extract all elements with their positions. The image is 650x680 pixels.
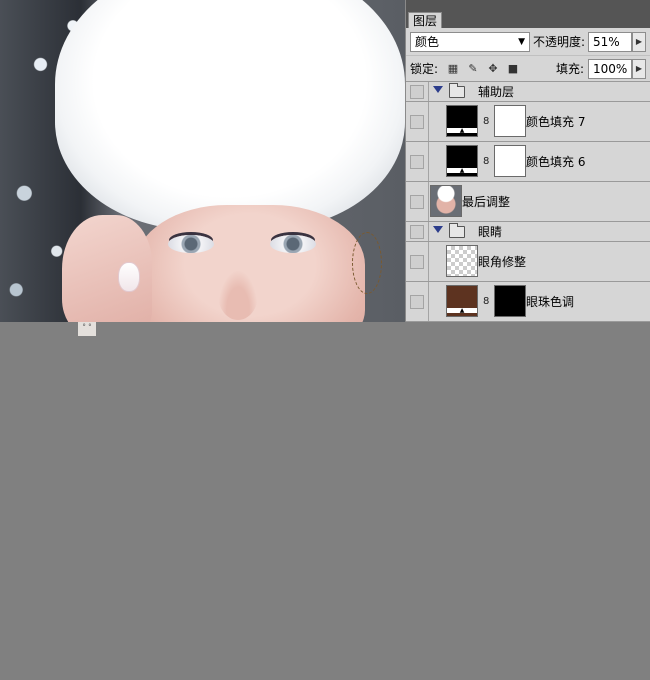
blend-mode-select[interactable]: 颜色 ▼ bbox=[410, 32, 530, 52]
divider bbox=[428, 142, 429, 181]
fingernail bbox=[118, 262, 140, 292]
divider bbox=[428, 182, 429, 221]
blend-mode-value: 颜色 bbox=[415, 35, 440, 49]
layer-name: 最后调整 bbox=[462, 195, 511, 209]
layer-name: 辅助层 bbox=[478, 85, 515, 99]
earring-selection bbox=[352, 232, 382, 294]
photo-canvas[interactable] bbox=[0, 0, 405, 322]
layers-panel: 图层 颜色 ▼ 不透明度: 51% ▶ 锁定: ▦ ✎ ✥ ■ 填充: 100%… bbox=[405, 0, 650, 322]
resize-marker-icon: ° ° bbox=[78, 322, 96, 336]
link-chain-icon[interactable]: 8 bbox=[483, 295, 489, 309]
lock-move-icon[interactable]: ✥ bbox=[486, 62, 500, 76]
fill-thumbnail[interactable]: ▲ bbox=[446, 285, 478, 317]
layer-group[interactable]: 眼睛 bbox=[406, 222, 650, 242]
photo-thumbnail[interactable] bbox=[430, 185, 462, 217]
divider bbox=[428, 82, 429, 101]
lock-label: 锁定: bbox=[410, 62, 439, 76]
visibility-toggle[interactable] bbox=[410, 255, 424, 269]
visibility-toggle[interactable] bbox=[410, 85, 424, 99]
blend-opacity-row: 颜色 ▼ 不透明度: 51% ▶ bbox=[406, 28, 650, 56]
divider bbox=[428, 222, 429, 241]
layer-name: 眼角修整 bbox=[478, 255, 527, 269]
fill-field[interactable]: 100% bbox=[588, 59, 632, 79]
layer-pixel[interactable]: 眼角修整 bbox=[406, 242, 650, 282]
folder-icon bbox=[449, 83, 465, 98]
right-eye bbox=[270, 235, 316, 253]
lock-transparency-icon[interactable]: ▦ bbox=[446, 62, 460, 76]
layer-name: 眼睛 bbox=[478, 225, 503, 239]
tab-layers[interactable]: 图层 bbox=[408, 12, 443, 28]
layers-list: 辅助层 ▲ 8 颜色填充 7 ▲ 8 颜色填充 6 最后调整 眼睛 眼角修整 ▲… bbox=[406, 82, 650, 322]
lock-paint-icon[interactable]: ✎ bbox=[466, 62, 480, 76]
fill-marker-icon: ▲ bbox=[447, 168, 477, 174]
opacity-label: 不透明度: bbox=[533, 35, 586, 49]
opacity-field[interactable]: 51% bbox=[588, 32, 632, 52]
divider bbox=[428, 102, 429, 141]
fill-slider-button[interactable]: ▶ bbox=[632, 59, 646, 79]
fill-label: 填充: bbox=[556, 62, 585, 76]
fur-hat bbox=[55, 0, 405, 230]
fill-thumbnail[interactable]: ▲ bbox=[446, 145, 478, 177]
expand-triangle-icon[interactable] bbox=[433, 86, 443, 93]
link-chain-icon[interactable]: 8 bbox=[483, 115, 489, 129]
lock-all-icon[interactable]: ■ bbox=[506, 62, 520, 76]
visibility-toggle[interactable] bbox=[410, 155, 424, 169]
chevron-down-icon: ▼ bbox=[518, 37, 525, 47]
visibility-toggle[interactable] bbox=[410, 195, 424, 209]
link-chain-icon[interactable]: 8 bbox=[483, 155, 489, 169]
layer-fill[interactable]: ▲ 8 眼珠色调 bbox=[406, 282, 650, 322]
divider bbox=[428, 242, 429, 281]
fill-marker-icon: ▲ bbox=[447, 128, 477, 134]
lock-fill-row: 锁定: ▦ ✎ ✥ ■ 填充: 100% ▶ bbox=[406, 56, 650, 82]
layer-group[interactable]: 辅助层 bbox=[406, 82, 650, 102]
transparent-thumbnail[interactable] bbox=[446, 245, 478, 277]
divider bbox=[428, 282, 429, 321]
layer-name: 颜色填充 7 bbox=[526, 115, 586, 129]
nose bbox=[218, 270, 258, 320]
visibility-toggle[interactable] bbox=[410, 115, 424, 129]
fill-thumbnail[interactable]: ▲ bbox=[446, 105, 478, 137]
lock-icons: ▦ ✎ ✥ ■ bbox=[446, 62, 520, 76]
opacity-slider-button[interactable]: ▶ bbox=[632, 32, 646, 52]
layer-name: 眼珠色调 bbox=[526, 295, 575, 309]
fill-marker-icon: ▲ bbox=[447, 308, 477, 314]
mask-thumbnail[interactable] bbox=[494, 105, 526, 137]
mask-thumbnail[interactable] bbox=[494, 145, 526, 177]
mask-thumbnail[interactable] bbox=[494, 285, 526, 317]
folder-icon bbox=[449, 223, 465, 238]
layer-name: 颜色填充 6 bbox=[526, 155, 586, 169]
layer-fill[interactable]: ▲ 8 颜色填充 6 bbox=[406, 142, 650, 182]
panel-tabbar: 图层 bbox=[406, 0, 650, 28]
visibility-toggle[interactable] bbox=[410, 225, 424, 239]
expand-triangle-icon[interactable] bbox=[433, 226, 443, 233]
visibility-toggle[interactable] bbox=[410, 295, 424, 309]
left-eye bbox=[168, 235, 214, 253]
layer-fill[interactable]: ▲ 8 颜色填充 7 bbox=[406, 102, 650, 142]
layer-pixel[interactable]: 最后调整 bbox=[406, 182, 650, 222]
